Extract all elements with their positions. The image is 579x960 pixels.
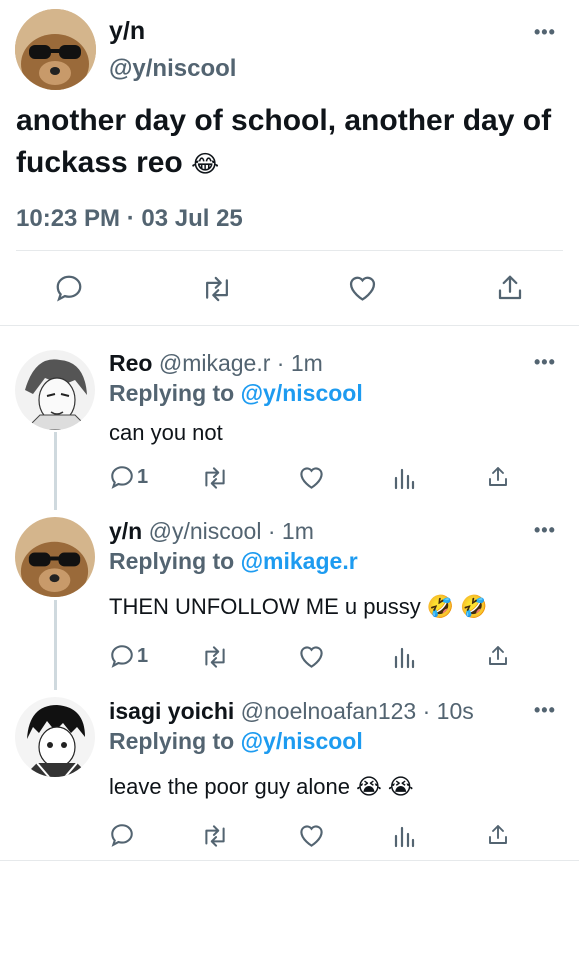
author-name[interactable]: y/n <box>109 17 145 46</box>
tweet-timestamp[interactable]: 10:23 PM · 03 Jul 25 <box>16 205 243 233</box>
reply-text-body: leave the poor guy alone <box>109 774 350 799</box>
reply-header: isagi yoichi @noelnoafan123 · 10s <box>109 698 474 725</box>
reply-icon[interactable]: 1 <box>109 643 148 669</box>
avatar[interactable] <box>15 350 95 430</box>
reply-text: leave the poor guy alone 😭 😭 <box>109 774 414 800</box>
divider <box>16 250 563 251</box>
replying-to-handle[interactable]: @y/niscool <box>241 728 363 754</box>
author-name[interactable]: Reo <box>109 350 152 376</box>
author-name[interactable]: isagi yoichi <box>109 698 234 724</box>
tweet-text-body: another day of school, another day of fu… <box>16 104 552 179</box>
reply-text: THEN UNFOLLOW ME u pussy 🤣 🤣 <box>109 594 488 620</box>
reply-count: 1 <box>137 465 149 488</box>
author-handle-time[interactable]: @y/niscool · 1m <box>149 518 314 544</box>
avatar[interactable] <box>15 697 95 777</box>
more-options-icon[interactable]: ••• <box>534 700 556 721</box>
reply-icon[interactable] <box>54 273 84 303</box>
replying-to-label: Replying to <box>109 548 235 574</box>
reply-header: y/n @y/niscool · 1m <box>109 518 314 545</box>
like-icon[interactable] <box>298 823 325 848</box>
retweet-icon[interactable] <box>201 645 229 669</box>
analytics-icon[interactable] <box>393 824 415 848</box>
author-handle-time[interactable]: @mikage.r · 1m <box>159 350 323 376</box>
rofl-emoji-icon: 🤣 🤣 <box>426 594 488 619</box>
replying-to-handle[interactable]: @y/niscool <box>241 380 363 406</box>
avatar[interactable] <box>15 517 95 597</box>
reply-icon[interactable] <box>109 822 135 848</box>
analytics-icon[interactable] <box>393 466 415 490</box>
avatar[interactable] <box>15 9 96 90</box>
replying-to-label: Replying to <box>109 728 235 754</box>
reply-header: Reo @mikage.r · 1m <box>109 350 323 377</box>
retweet-icon[interactable] <box>201 466 229 490</box>
reply-icon[interactable]: 1 <box>109 464 148 490</box>
thread-line <box>54 432 57 510</box>
more-options-icon[interactable]: ••• <box>534 22 556 43</box>
analytics-icon[interactable] <box>393 645 415 669</box>
section-divider <box>0 860 579 861</box>
share-icon[interactable] <box>486 464 510 490</box>
author-handle[interactable]: @y/niscool <box>109 55 236 83</box>
share-icon[interactable] <box>486 822 510 848</box>
more-options-icon[interactable]: ••• <box>534 352 556 373</box>
author-handle-time[interactable]: @noelnoafan123 · 10s <box>241 698 474 724</box>
retweet-icon[interactable] <box>201 824 229 848</box>
reply-count: 1 <box>137 644 149 667</box>
replying-to-label: Replying to <box>109 380 235 406</box>
reply-text-body: THEN UNFOLLOW ME u pussy <box>109 594 421 619</box>
replying-to: Replying to @y/niscool <box>109 380 363 407</box>
replying-to: Replying to @y/niscool <box>109 728 363 755</box>
laugh-emoji-icon: 😂 <box>191 151 220 178</box>
thread-line <box>54 600 57 690</box>
replying-to-handle[interactable]: @mikage.r <box>241 548 358 574</box>
replying-to: Replying to @mikage.r <box>109 548 358 575</box>
crying-emoji-icon: 😭 😭 <box>356 774 414 799</box>
tweet-text: another day of school, another day of fu… <box>16 100 561 186</box>
like-icon[interactable] <box>347 274 378 302</box>
like-icon[interactable] <box>298 465 325 490</box>
retweet-icon[interactable] <box>201 275 233 303</box>
author-name[interactable]: y/n <box>109 518 142 544</box>
section-divider <box>0 325 579 326</box>
more-options-icon[interactable]: ••• <box>534 520 556 541</box>
reply-text: can you not <box>109 420 223 445</box>
share-icon[interactable] <box>495 273 525 303</box>
share-icon[interactable] <box>486 643 510 669</box>
like-icon[interactable] <box>298 644 325 669</box>
